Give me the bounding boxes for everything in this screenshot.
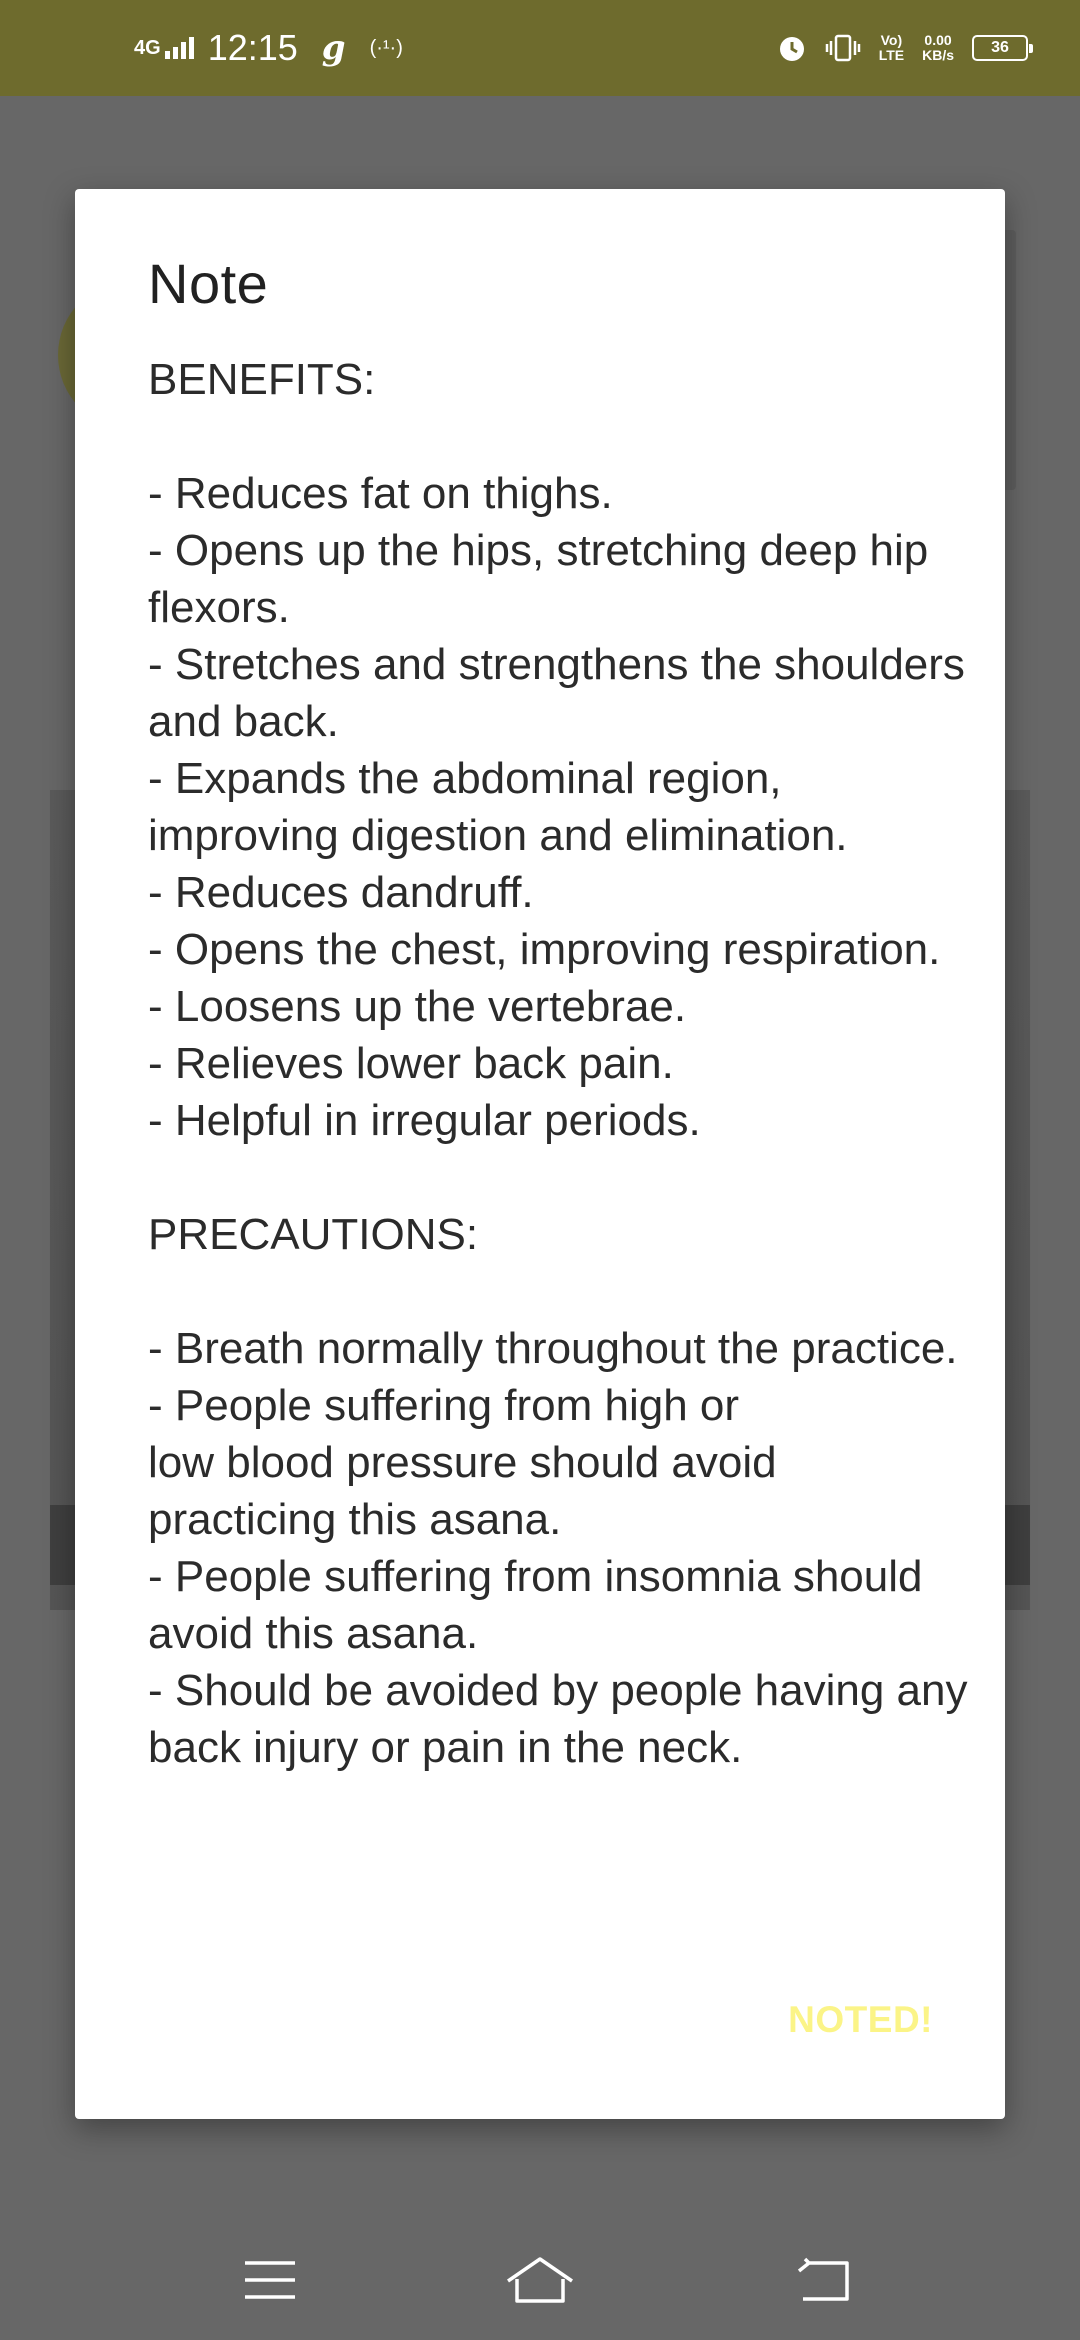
menu-icon xyxy=(243,2260,297,2300)
dialog-title: Note xyxy=(148,252,269,315)
screen: 4G 12:15 g (·¹·) Vo) LTE 0.00 KB/s 36 No… xyxy=(0,0,1080,2340)
back-button[interactable] xyxy=(783,2250,863,2310)
back-icon xyxy=(795,2257,851,2303)
status-right: Vo) LTE 0.00 KB/s 36 xyxy=(759,33,1033,63)
network-speed: 0.00 KB/s xyxy=(922,33,954,63)
hotspot-icon: (·¹·) xyxy=(369,36,403,59)
app-indicator-icon: g xyxy=(321,28,346,68)
volte-indicator: Vo) LTE xyxy=(879,33,904,63)
signal-icon xyxy=(164,37,194,59)
dialog-message: BENEFITS: - Reduces fat on thighs. - Ope… xyxy=(148,355,968,1772)
speed-value: 0.00 xyxy=(924,32,952,48)
network-type: 4G xyxy=(134,37,161,59)
menu-button[interactable] xyxy=(230,2250,310,2310)
vibrate-icon xyxy=(825,33,861,63)
battery-icon: 36 xyxy=(972,35,1033,61)
speed-unit: KB/s xyxy=(922,47,954,63)
note-dialog: Note BENEFITS: - Reduces fat on thighs. … xyxy=(75,189,1005,2119)
status-left: 4G 12:15 g (·¹·) xyxy=(134,27,403,69)
noted-button[interactable]: NOTED! xyxy=(788,1999,933,2041)
navigation-bar xyxy=(0,2220,1080,2340)
status-bar: 4G 12:15 g (·¹·) Vo) LTE 0.00 KB/s 36 xyxy=(0,0,1080,96)
volte-top: Vo) xyxy=(880,32,903,48)
volte-bottom: LTE xyxy=(878,47,905,63)
alarm-icon xyxy=(777,33,807,63)
home-button[interactable] xyxy=(500,2250,580,2310)
clock: 12:15 xyxy=(207,27,298,68)
home-icon xyxy=(505,2255,575,2305)
